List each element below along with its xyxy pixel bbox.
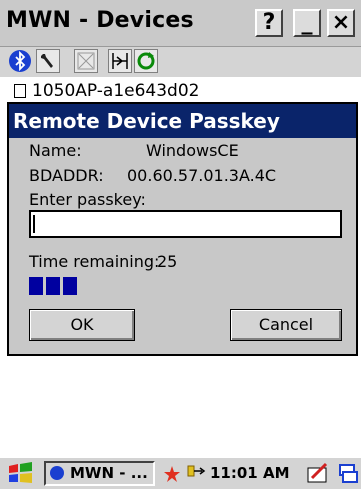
ok-button[interactable]: OK [29,309,135,341]
progress-block [46,277,60,295]
task-label: MWN - ... [70,464,148,482]
progress-block [29,277,43,295]
refresh-icon[interactable] [134,49,158,73]
time-remaining-value: 25 [157,252,178,271]
start-icon[interactable] [6,462,36,484]
device-icon [14,84,26,98]
title-bar: MWN - Devices ? _ × [0,0,361,47]
device-name: 1050AP-a1e643d02 [32,81,200,101]
close-button[interactable]: × [327,9,355,37]
input-panel-icon[interactable] [306,462,330,484]
bluetooth-icon[interactable] [8,49,32,73]
taskbar-item-mwn[interactable]: MWN - ... [44,461,155,486]
bdaddr-value: 00.60.57.01.3A.4C [127,166,277,185]
network-icon[interactable] [162,464,182,484]
desktop-icon[interactable] [337,462,359,484]
bdaddr-label: BDADDR: [29,166,104,185]
minimize-button[interactable]: _ [293,9,321,37]
power-icon[interactable] [184,462,208,484]
task-app-icon [50,466,64,480]
name-value: WindowsCE [146,141,239,160]
clock[interactable]: 11:01 AM [210,464,290,482]
window-title: MWN - Devices [6,8,194,33]
name-label: Name: [29,141,82,160]
dialog-title-bar: Remote Device Passkey [9,104,356,138]
toolbar [0,47,361,77]
passkey-dialog: Remote Device Passkey Name: WindowsCE BD… [7,102,358,356]
list-item[interactable]: 1050AP-a1e643d02 [14,81,199,101]
dialog-title: Remote Device Passkey [13,109,280,133]
help-button[interactable]: ? [255,9,283,37]
cancel-button[interactable]: Cancel [230,309,342,341]
taskbar: MWN - ... 11:01 AM [0,457,361,489]
passkey-label: Enter passkey: [29,190,146,209]
connect-icon[interactable] [108,49,132,73]
progress-block [63,277,77,295]
passkey-input[interactable] [29,210,342,238]
time-remaining-label: Time remaining: [29,252,160,271]
text-caret [33,215,35,233]
disabled-icon[interactable] [74,49,98,73]
wrench-icon[interactable] [36,49,60,73]
